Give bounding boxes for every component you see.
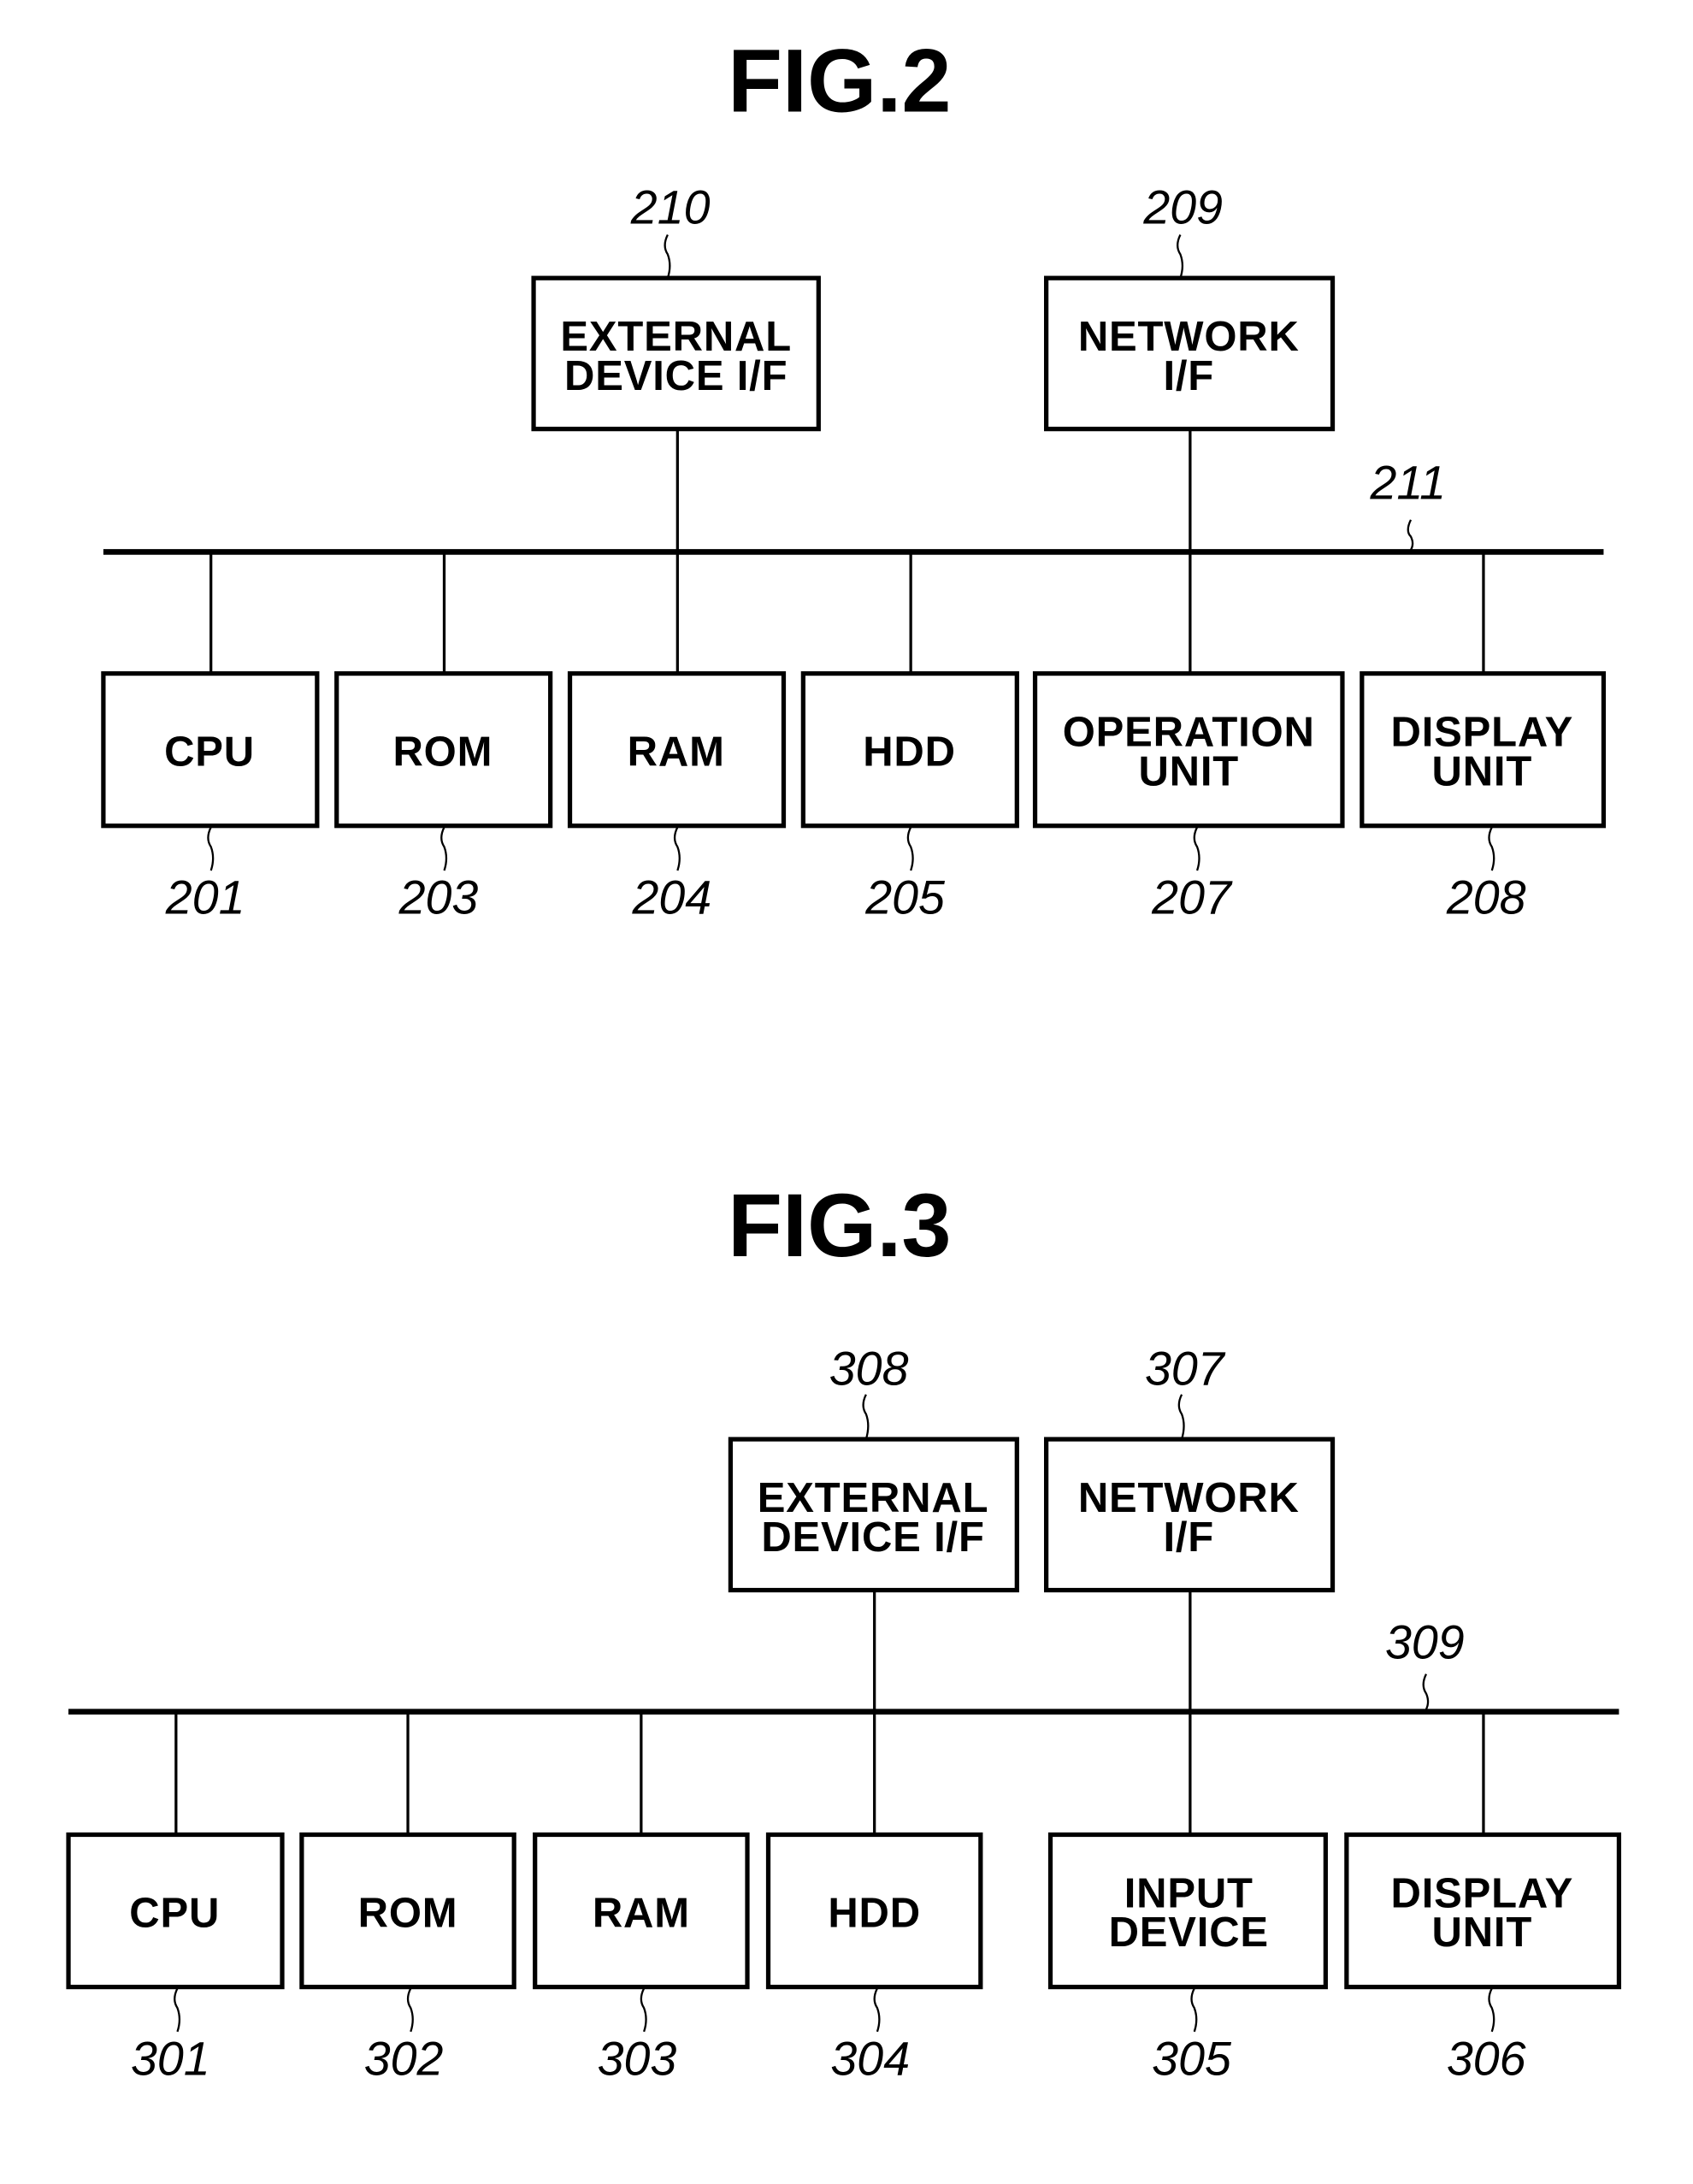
block-external-device-if: EXTERNAL DEVICE I/F 308: [728, 1342, 1019, 1833]
block-hdd: HDD 205: [800, 552, 1019, 924]
block-operation-unit: OPERATION UNIT 207: [1032, 552, 1345, 924]
reference-numeral: 303: [598, 2033, 677, 2086]
reference-leader-line: [1177, 234, 1184, 279]
block-label: RAM: [628, 729, 725, 775]
block-display-unit: DISPLAY UNIT 208: [1360, 552, 1607, 924]
block-label: UNIT: [1432, 748, 1533, 794]
reference-leader-line: [1177, 1394, 1185, 1440]
reference-numeral: 203: [398, 871, 479, 924]
block-rom: ROM 302: [299, 1711, 516, 2086]
block-network-if: NETWORK I/F 209: [1044, 180, 1336, 552]
block-label: ROM: [358, 1890, 458, 1936]
reference-numeral: 304: [830, 2033, 910, 2086]
block-input-device: INPUT DEVICE 305: [1047, 1832, 1328, 2086]
block-network-if: NETWORK I/F 307: [1044, 1342, 1336, 1833]
figure-title: FIG.2: [728, 32, 951, 132]
bus-leader-line: [1422, 1673, 1430, 1713]
block-label: CPU: [129, 1890, 220, 1936]
bus-reference-numeral: 211: [1369, 456, 1446, 509]
figure-title: FIG.3: [728, 1176, 951, 1276]
block-ram: RAM 303: [533, 1711, 750, 2086]
block-label: HDD: [828, 1890, 921, 1936]
block-label: I/F: [1163, 353, 1214, 399]
reference-leader-line: [1488, 826, 1495, 871]
block-ram: RAM 204: [567, 552, 787, 924]
block-cpu: CPU 301: [66, 1711, 285, 2086]
reference-leader-line: [1193, 826, 1200, 871]
reference-leader-line: [673, 826, 681, 871]
reference-numeral: 307: [1145, 1342, 1226, 1395]
reference-leader-line: [1488, 1987, 1495, 2033]
reference-numeral: 208: [1446, 871, 1526, 924]
block-rom: ROM 203: [334, 552, 553, 924]
reference-leader-line: [664, 234, 671, 279]
block-label: RAM: [593, 1890, 690, 1936]
block-label: I/F: [1163, 1514, 1214, 1561]
reference-leader-line: [174, 1987, 181, 2033]
reference-numeral: 302: [364, 2033, 444, 2086]
reference-leader-line: [207, 826, 215, 871]
reference-numeral: 210: [630, 180, 711, 233]
reference-numeral: 207: [1151, 871, 1233, 924]
block-cpu: CPU 201: [101, 552, 320, 924]
block-label: DEVICE: [1109, 1910, 1269, 1956]
bus-leader-line: [1407, 519, 1414, 553]
figure-3: FIG.3 309 EXTERNAL DEVICE I/F 308 NETWOR…: [66, 1176, 1622, 2086]
block-label: DEVICE I/F: [564, 353, 788, 399]
block-label: UNIT: [1138, 748, 1239, 794]
reference-numeral: 204: [631, 871, 711, 924]
reference-numeral: 205: [864, 871, 946, 924]
reference-leader-line: [406, 1987, 414, 2033]
block-label: CPU: [164, 729, 255, 775]
reference-leader-line: [440, 826, 448, 871]
reference-leader-line: [873, 1987, 881, 2033]
patent-drawing-sheet: FIG.2 211 EXTERNAL DEVICE I/F 210 NETWOR…: [66, 32, 1622, 2086]
block-hdd: HDD 304: [765, 1832, 983, 2086]
reference-numeral: 301: [131, 2033, 210, 2086]
reference-numeral: 308: [829, 1342, 909, 1395]
reference-leader-line: [640, 1987, 647, 2033]
reference-numeral: 306: [1447, 2033, 1526, 2086]
reference-leader-line: [906, 826, 914, 871]
reference-numeral: 201: [165, 871, 245, 924]
block-label: HDD: [863, 729, 956, 775]
block-display-unit: DISPLAY UNIT 306: [1344, 1711, 1622, 2086]
bus-reference-numeral: 309: [1385, 1616, 1465, 1669]
block-external-device-if: EXTERNAL DEVICE I/F 210: [531, 180, 821, 552]
figure-2: FIG.2 211 EXTERNAL DEVICE I/F 210 NETWOR…: [101, 32, 1607, 924]
reference-leader-line: [1190, 1987, 1198, 2033]
block-label: DEVICE I/F: [761, 1514, 984, 1561]
block-label: ROM: [392, 729, 493, 775]
reference-numeral: 209: [1142, 180, 1223, 233]
block-label: UNIT: [1432, 1910, 1533, 1956]
reference-numeral: 305: [1152, 2033, 1232, 2086]
reference-leader-line: [862, 1394, 870, 1440]
